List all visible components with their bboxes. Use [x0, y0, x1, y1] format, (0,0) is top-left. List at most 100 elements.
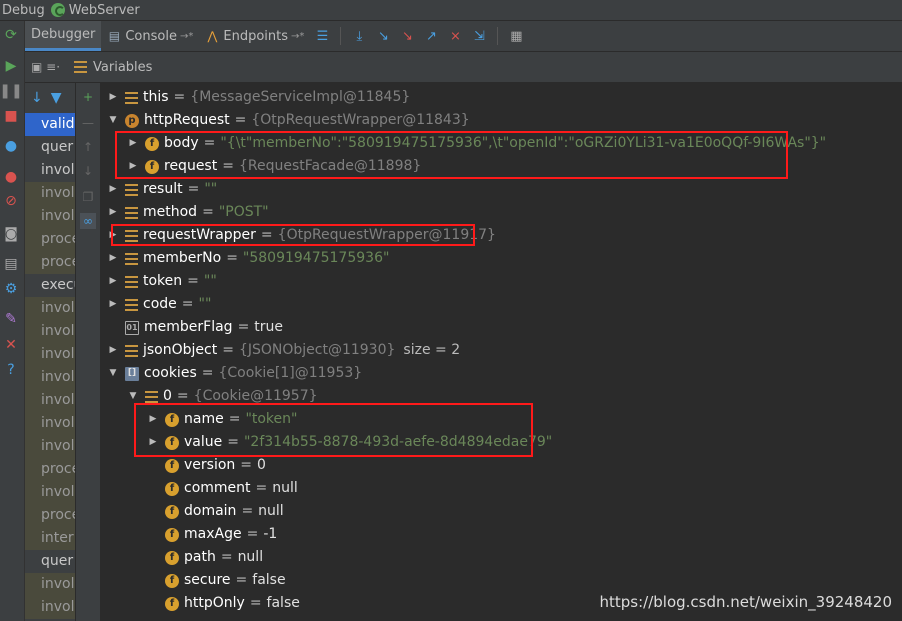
filter-icon[interactable]: ▼ — [51, 90, 62, 106]
new-watch-icon[interactable]: + — [80, 89, 96, 105]
frame-item[interactable]: quer — [25, 136, 75, 159]
expand-arrow-icon[interactable]: ▶ — [107, 270, 119, 293]
move-up-icon[interactable]: ↑ — [80, 139, 96, 155]
frame-item[interactable]: invol — [25, 596, 75, 619]
frame-item[interactable]: invol — [25, 343, 75, 366]
stop-icon[interactable]: ■ — [3, 108, 19, 124]
variable-row[interactable]: ▶ jsonObject = {JSONObject@11930} size = 2 — [107, 339, 461, 362]
variable-name: request — [164, 158, 218, 174]
variable-row[interactable]: ▼ 0 = {Cookie@11957} — [127, 385, 318, 408]
frame-item[interactable]: proce — [25, 504, 75, 527]
variable-row[interactable]: f domain = null — [147, 500, 284, 523]
collapse-arrow-icon[interactable]: ▼ — [107, 109, 119, 132]
variable-row[interactable]: ▶ token = "" — [107, 270, 217, 293]
variable-row[interactable]: f secure = false — [147, 569, 286, 592]
frame-item[interactable]: valid — [25, 113, 75, 136]
variable-row[interactable]: ▶ requestWrapper = {OtpRequestWrapper@11917… — [107, 224, 496, 247]
pause-icon[interactable]: ❚❚ — [0, 83, 23, 99]
expand-arrow-icon[interactable]: ▶ — [147, 408, 159, 431]
frame-item[interactable]: invol — [25, 320, 75, 343]
evaluate-expression-icon[interactable]: ▦ — [505, 25, 527, 47]
expand-arrow-icon[interactable]: ▶ — [107, 224, 119, 247]
frame-item[interactable]: invol — [25, 297, 75, 320]
console-icon: ▤ — [108, 29, 121, 43]
variable-row[interactable]: ▶ f name = "token" — [147, 408, 298, 431]
settings-icon[interactable]: ⚙ — [3, 281, 19, 297]
frame-item[interactable]: invol — [25, 573, 75, 596]
frame-item[interactable]: invol — [25, 205, 75, 228]
frame-item[interactable]: quer — [25, 550, 75, 573]
frame-item[interactable]: proce — [25, 458, 75, 481]
drop-frame-icon[interactable]: ⨯ — [444, 25, 466, 47]
frame-item[interactable]: invol — [25, 366, 75, 389]
arrow-down-icon[interactable]: ↓ — [31, 90, 43, 106]
variable-row[interactable]: ▶ result = "" — [107, 178, 218, 201]
watches-toggle-icon[interactable]: ∞ — [80, 213, 96, 229]
variable-row[interactable]: ▶ f body = "{\t"memberNo":"580919475175936",… — [127, 132, 827, 155]
variable-row[interactable]: ▶ code = "" — [107, 293, 212, 316]
layout-icon[interactable]: ▤ — [3, 256, 19, 272]
variable-row[interactable]: f version = 0 — [147, 454, 266, 477]
expand-arrow-icon[interactable]: ▶ — [147, 431, 159, 454]
force-step-into-icon[interactable]: ↘ — [396, 25, 418, 47]
expand-arrow-icon[interactable]: ▶ — [107, 178, 119, 201]
variable-row[interactable]: f httpOnly = false — [147, 592, 300, 615]
pin-icon[interactable]: ✎ — [3, 311, 19, 327]
equals-sign: = — [202, 204, 214, 220]
copy-icon[interactable]: ❐ — [80, 189, 96, 205]
variable-row[interactable]: f maxAge = -1 — [147, 523, 277, 546]
variable-row[interactable]: 01 memberFlag = true — [107, 316, 283, 339]
variable-row[interactable]: f comment = null — [147, 477, 298, 500]
step-over-icon[interactable]: ⤓ — [348, 25, 370, 47]
tab-console[interactable]: ▤ Console →* — [101, 21, 199, 51]
frame-item[interactable]: invol — [25, 159, 75, 182]
frame-item[interactable]: invol — [25, 182, 75, 205]
frame-item[interactable]: proce — [25, 251, 75, 274]
variable-row[interactable]: ▶ f value = "2f314b55-8878-493d-aefe-8d4894e… — [147, 431, 553, 454]
close-icon[interactable]: ✕ — [3, 337, 19, 353]
frame-item[interactable]: execu — [25, 274, 75, 297]
field-icon: f — [165, 458, 179, 473]
frame-item[interactable]: invol — [25, 412, 75, 435]
field-icon: f — [145, 136, 159, 151]
view-breakpoints-icon[interactable]: ● — [3, 138, 19, 154]
frame-item[interactable]: invol — [25, 435, 75, 458]
variable-row[interactable]: f path = null — [147, 546, 263, 569]
resume-icon[interactable]: ▶ — [3, 58, 19, 74]
expand-arrow-icon[interactable]: ▶ — [107, 293, 119, 316]
variable-row[interactable]: ▼ [] cookies = {Cookie[1]@11953} — [107, 362, 363, 385]
expand-arrow-icon[interactable]: ▶ — [127, 132, 139, 155]
variable-value: null — [272, 480, 298, 496]
expand-arrow-icon[interactable]: ▶ — [107, 339, 119, 362]
breakpoint-icon[interactable]: ● — [3, 169, 19, 185]
expand-arrow-icon[interactable]: ▶ — [107, 201, 119, 224]
remove-watch-icon[interactable]: — — [80, 115, 96, 131]
variable-row[interactable]: ▶ method = "POST" — [107, 201, 269, 224]
tab-debugger[interactable]: Debugger — [25, 21, 102, 51]
tab-endpoints[interactable]: ⋀ Endpoints →* — [199, 21, 310, 51]
expand-arrow-icon[interactable]: ▶ — [107, 247, 119, 270]
variable-row[interactable]: ▶ memberNo = "580919475175936" — [107, 247, 390, 270]
frame-item[interactable]: inter — [25, 527, 75, 550]
step-into-icon[interactable]: ↘ — [372, 25, 394, 47]
frame-item[interactable]: invol — [25, 481, 75, 504]
help-icon[interactable]: ? — [3, 362, 19, 378]
expand-arrow-icon[interactable]: ▶ — [107, 86, 119, 109]
variable-row[interactable]: ▶ this = {MessageServiceImpl@11845} — [107, 86, 411, 109]
variable-row[interactable]: ▶ f request = {RequestFacade@11898} — [127, 155, 422, 178]
mute-breakpoints-icon[interactable]: ⊘ — [3, 193, 19, 209]
camera-icon[interactable]: ◙ — [3, 226, 19, 242]
collapse-arrow-icon[interactable]: ▼ — [107, 362, 119, 385]
frame-item[interactable]: proce — [25, 228, 75, 251]
frame-item[interactable]: invol — [25, 389, 75, 412]
variable-row[interactable]: ▼ p httpRequest = {OtpRequestWrapper@11843} — [107, 109, 470, 132]
rerun-icon[interactable]: ⟳ — [3, 27, 19, 43]
step-out-icon[interactable]: ↗ — [420, 25, 442, 47]
variable-icon — [125, 298, 138, 311]
expand-arrow-icon[interactable]: ▶ — [127, 155, 139, 178]
frames-header-icon[interactable]: ▣ ≡· — [31, 60, 60, 74]
move-down-icon[interactable]: ↓ — [80, 163, 96, 179]
run-to-cursor-icon[interactable]: ⇲ — [468, 25, 490, 47]
show-execution-point-icon[interactable]: ☰ — [311, 25, 333, 47]
collapse-arrow-icon[interactable]: ▼ — [127, 385, 139, 408]
